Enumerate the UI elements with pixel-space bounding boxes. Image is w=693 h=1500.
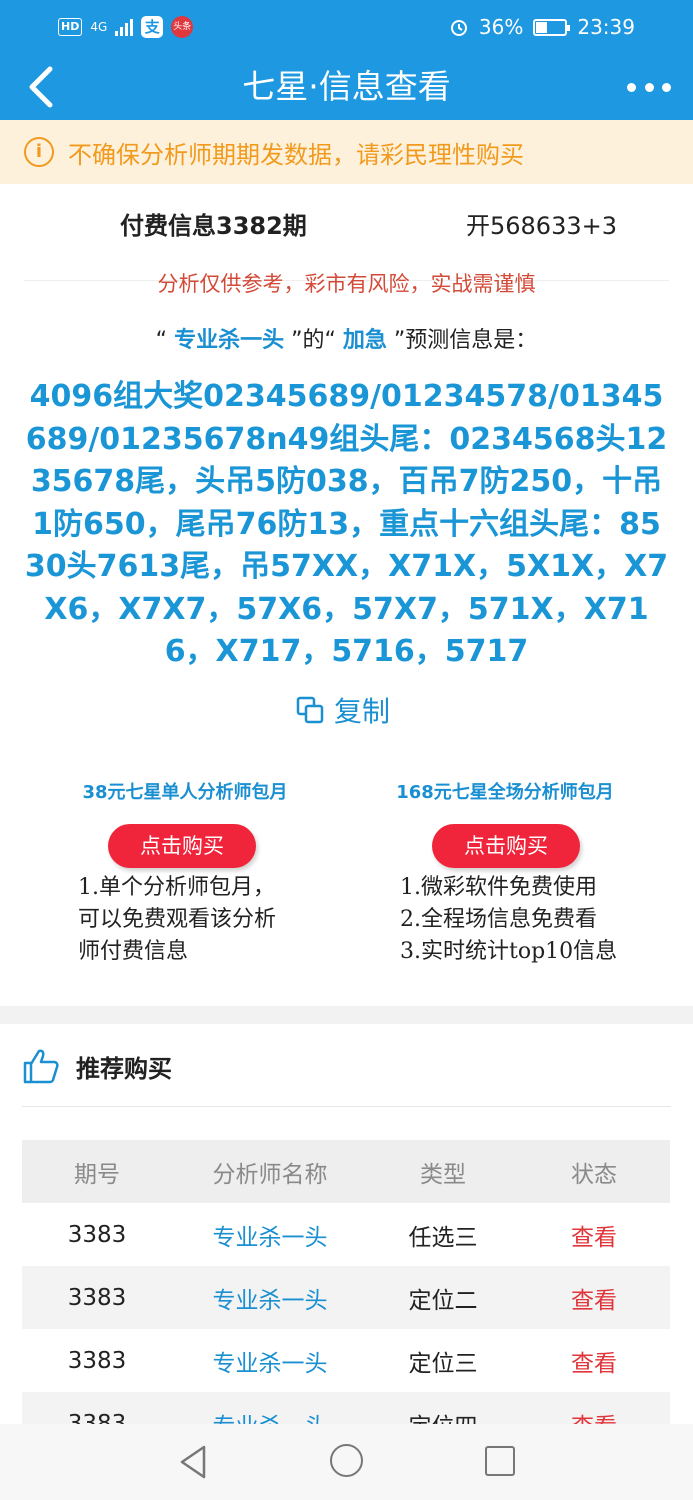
alarm-icon <box>450 20 467 36</box>
recommend-header: 推荐购买 <box>22 1044 172 1088</box>
recent-apps-icon[interactable] <box>485 1446 515 1476</box>
issue-cell: 3383 <box>67 1347 127 1374</box>
plan-line: 1.单个分析师包月， <box>78 875 275 900</box>
quote-open: “ <box>155 328 168 353</box>
type-cell: 定位二 <box>408 1287 478 1314</box>
plan-description: 1.微彩软件免费使用 2.全程场信息免费看 3.实时统计top10信息 <box>400 872 670 968</box>
buy-button[interactable]: 点击购买 <box>108 824 256 868</box>
buy-button[interactable]: 点击购买 <box>432 824 580 868</box>
clock: 23:39 <box>577 15 635 39</box>
nav-bar: 七星·信息查看 <box>0 54 693 120</box>
type-cell: 任选三 <box>408 1224 478 1251</box>
view-link[interactable]: 查看 <box>518 1344 670 1378</box>
plan-description: 1.单个分析师包月， 可以免费观看该分析 师付费信息 <box>78 872 360 968</box>
risk-disclaimer: 分析仅供参考，彩市有风险，实战需谨慎 <box>157 272 536 296</box>
table-row[interactable]: 3383 专业杀一头 定位二 查看 <box>22 1266 670 1329</box>
table-row[interactable]: 3383 专业杀一头 任选三 查看 <box>22 1203 670 1266</box>
table-header: 期号 分析师名称 类型 状态 <box>22 1140 670 1203</box>
copy-icon <box>296 696 324 724</box>
battery-icon <box>533 18 571 36</box>
plan-line: 师付费信息 <box>78 939 189 964</box>
prediction-content: 4096组大奖02345689/01234578/01345689/012356… <box>24 379 669 669</box>
home-circle-icon[interactable] <box>330 1444 363 1477</box>
type-cell: 定位三 <box>408 1350 478 1377</box>
network-type: 4G <box>90 20 108 34</box>
table-row[interactable]: 3383 专业杀一头 定位三 查看 <box>22 1329 670 1392</box>
hd-badge: HD <box>58 18 83 36</box>
more-dots-icon[interactable] <box>627 74 671 100</box>
back-triangle-icon[interactable] <box>178 1444 208 1480</box>
issue-row: 付费信息3382期 开568633+3 <box>0 206 693 246</box>
plan-all: 168元七星全场分析师包月 点击购买 1.微彩软件免费使用 2.全程场信息免费看… <box>370 778 670 968</box>
status-bar: HD 4G 支 头条 36% 23:39 <box>0 0 693 54</box>
column-header: 类型 <box>420 1161 466 1188</box>
plan-single: 38元七星单人分析师包月 点击购买 1.单个分析师包月， 可以免费观看该分析 师… <box>60 778 360 968</box>
page-title: 七星·信息查看 <box>242 67 451 106</box>
status-left: HD 4G 支 头条 <box>58 16 194 38</box>
info-circle-icon: i <box>24 137 54 167</box>
recommend-section: 推荐购买 期号 分析师名称 类型 状态 3383 专业杀一头 任选三 查看 33… <box>0 1024 693 1455</box>
plan-title: 38元七星单人分析师包月 <box>82 782 288 803</box>
recommend-title: 推荐购买 <box>76 1054 172 1083</box>
thumbs-up-icon <box>23 1049 59 1084</box>
plan-line: 2.全程场信息免费看 <box>400 907 597 932</box>
plan-line: 3.实时统计top10信息 <box>400 939 618 964</box>
toutiao-icon: 头条 <box>171 16 194 38</box>
plan-line: 1.微彩软件免费使用 <box>400 875 597 900</box>
column-header: 分析师名称 <box>212 1161 328 1188</box>
plan-title: 168元七星全场分析师包月 <box>396 782 614 803</box>
column-header: 状态 <box>571 1161 617 1188</box>
status-right: 36% 23:39 <box>449 15 635 39</box>
issue-cell: 3383 <box>67 1221 127 1248</box>
copy-button[interactable]: 复制 <box>296 690 390 730</box>
issue-title: 付费信息3382期 <box>120 212 307 240</box>
battery-percent: 36% <box>478 15 524 39</box>
warning-text: 不确保分析师期期发数据，请彩民理性购买 <box>68 140 524 169</box>
analyst-name: 专业杀一头 <box>174 328 285 353</box>
draw-result: 开568633+3 <box>466 212 617 240</box>
alipay-icon: 支 <box>141 16 164 38</box>
column-header: 期号 <box>74 1161 120 1188</box>
divider <box>22 1106 671 1107</box>
copy-label: 复制 <box>334 695 391 728</box>
analyst-cell[interactable]: 专业杀一头 <box>172 1281 368 1315</box>
prediction-type: 加急 <box>342 328 387 353</box>
view-link[interactable]: 查看 <box>518 1281 670 1315</box>
quote-close: ”预测信息是： <box>393 328 538 353</box>
view-link[interactable]: 查看 <box>518 1218 670 1252</box>
issue-cell: 3383 <box>67 1284 127 1311</box>
system-nav-bar <box>0 1424 693 1500</box>
prediction-header: “ 专业杀一头 ”的“ 加急 ”预测信息是： <box>0 322 693 354</box>
recommend-table: 期号 分析师名称 类型 状态 3383 专业杀一头 任选三 查看 3383 专业… <box>22 1140 670 1455</box>
info-card: 付费信息3382期 开568633+3 分析仅供参考，彩市有风险，实战需谨慎 “… <box>0 184 693 1006</box>
analyst-cell[interactable]: 专业杀一头 <box>172 1344 368 1378</box>
signal-icon <box>115 18 134 36</box>
plan-line: 可以免费观看该分析 <box>78 907 277 932</box>
quote-mid: ”的“ <box>291 328 336 353</box>
analyst-cell[interactable]: 专业杀一头 <box>172 1218 368 1252</box>
warning-banner: i 不确保分析师期期发数据，请彩民理性购买 <box>0 120 693 184</box>
